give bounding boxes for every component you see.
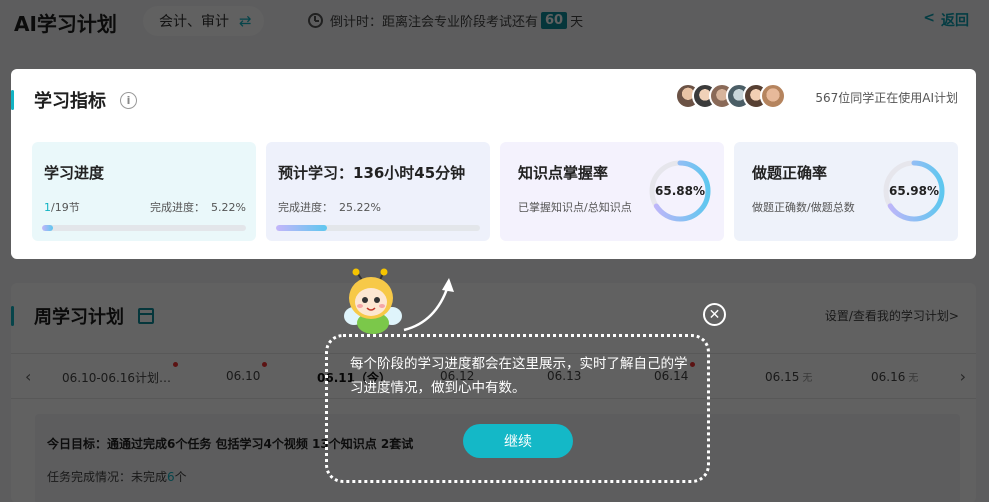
- day-tab-0615[interactable]: 06.15 无: [765, 369, 812, 384]
- prev-week-chevron-icon[interactable]: ‹: [25, 367, 31, 386]
- study-metrics-card: 学习指标 i 567位同学正在使用AI计划 学习进度 1/19节 完成进度： 5.…: [11, 69, 976, 259]
- knowledge-mastery-title: 知识点掌握率: [518, 164, 609, 182]
- subject-label: 会计、审计: [159, 14, 229, 30]
- unread-dot: [262, 362, 268, 367]
- close-circle-icon[interactable]: ✕: [703, 303, 726, 326]
- back-button[interactable]: < 返回: [923, 10, 969, 30]
- study-progress-title: 学习进度: [44, 164, 105, 182]
- avatar: [760, 83, 786, 109]
- exam-countdown: 倒计时：距离注会专业阶段考试还有 60 天: [308, 11, 583, 30]
- continue-button[interactable]: 继续: [463, 424, 573, 458]
- weekly-plan-title: 周学习计划: [11, 303, 154, 329]
- day-tab-0616[interactable]: 06.16 无: [871, 369, 918, 384]
- answer-accuracy-card: 做题正确率 做题正确数/做题总数 65.98%: [734, 142, 958, 241]
- countdown-days: 60: [541, 12, 568, 29]
- task-status: 任务完成情况：未完成6个: [47, 470, 187, 484]
- planned-progress-percent: 完成进度： 25.22%: [278, 201, 381, 214]
- day-tab-0610[interactable]: 06.10: [226, 362, 268, 383]
- info-icon[interactable]: i: [120, 91, 137, 109]
- planned-progress-bar: [276, 225, 480, 231]
- title-accent-bar: [11, 90, 14, 110]
- study-metrics-title-text: 学习指标: [34, 91, 106, 112]
- accuracy-value: 65.98%: [889, 184, 939, 198]
- progress-fill: [42, 225, 53, 231]
- clock-icon: [308, 13, 323, 28]
- answer-accuracy-title: 做题正确率: [752, 164, 828, 182]
- knowledge-mastery-sub: 已掌握知识点/总知识点: [518, 201, 632, 214]
- study-progress-card: 学习进度 1/19节 完成进度： 5.22%: [32, 142, 256, 241]
- next-week-chevron-icon[interactable]: ›: [960, 367, 966, 386]
- countdown-prefix: 倒计时：距离注会专业阶段考试还有: [330, 15, 539, 30]
- top-bar: AI学习计划 会计、审计 ⇄ 倒计时：距离注会专业阶段考试还有 60 天 < 返…: [0, 0, 989, 44]
- guide-tooltip-text: 每个阶段的学习进度都会在这里展示，实时了解自己的学习进度情况，做到心中有数。: [350, 356, 688, 396]
- lessons-count: 1/19节: [44, 201, 80, 214]
- user-avatars: [675, 83, 786, 109]
- users-count-text: 567位同学正在使用AI计划: [815, 91, 958, 105]
- unread-dot: [173, 362, 179, 367]
- study-progress-bar: [42, 225, 246, 231]
- back-label: 返回: [941, 13, 969, 29]
- swap-arrows-icon[interactable]: ⇄: [239, 12, 252, 30]
- day-tab-week-plan[interactable]: 06.10-06.16计划…: [62, 362, 179, 386]
- title-accent-bar: [11, 306, 14, 326]
- progress-fill: [276, 225, 328, 231]
- study-metrics-title: 学习指标 i: [11, 87, 137, 113]
- mastery-value: 65.88%: [655, 184, 705, 198]
- knowledge-mastery-card: 知识点掌握率 已掌握知识点/总知识点 65.88%: [500, 142, 724, 241]
- weekly-plan-title-text: 周学习计划: [34, 307, 124, 328]
- answer-accuracy-sub: 做题正确数/做题总数: [752, 201, 855, 214]
- planned-study-card: 预计学习：136小时45分钟 完成进度： 25.22%: [266, 142, 490, 241]
- calendar-icon[interactable]: [138, 308, 154, 324]
- pointer-arrow-icon: [403, 278, 454, 332]
- subject-switcher[interactable]: 会计、审计 ⇄: [143, 6, 264, 36]
- study-progress-percent: 完成进度： 5.22%: [150, 201, 246, 214]
- app-title: AI学习计划: [14, 12, 117, 36]
- planned-study-title: 预计学习：136小时45分钟: [278, 164, 466, 182]
- weekly-plan-settings-link[interactable]: 设置/查看我的学习计划>: [825, 307, 959, 324]
- countdown-suffix: 天: [570, 15, 584, 30]
- chevron-left-icon: <: [923, 10, 935, 26]
